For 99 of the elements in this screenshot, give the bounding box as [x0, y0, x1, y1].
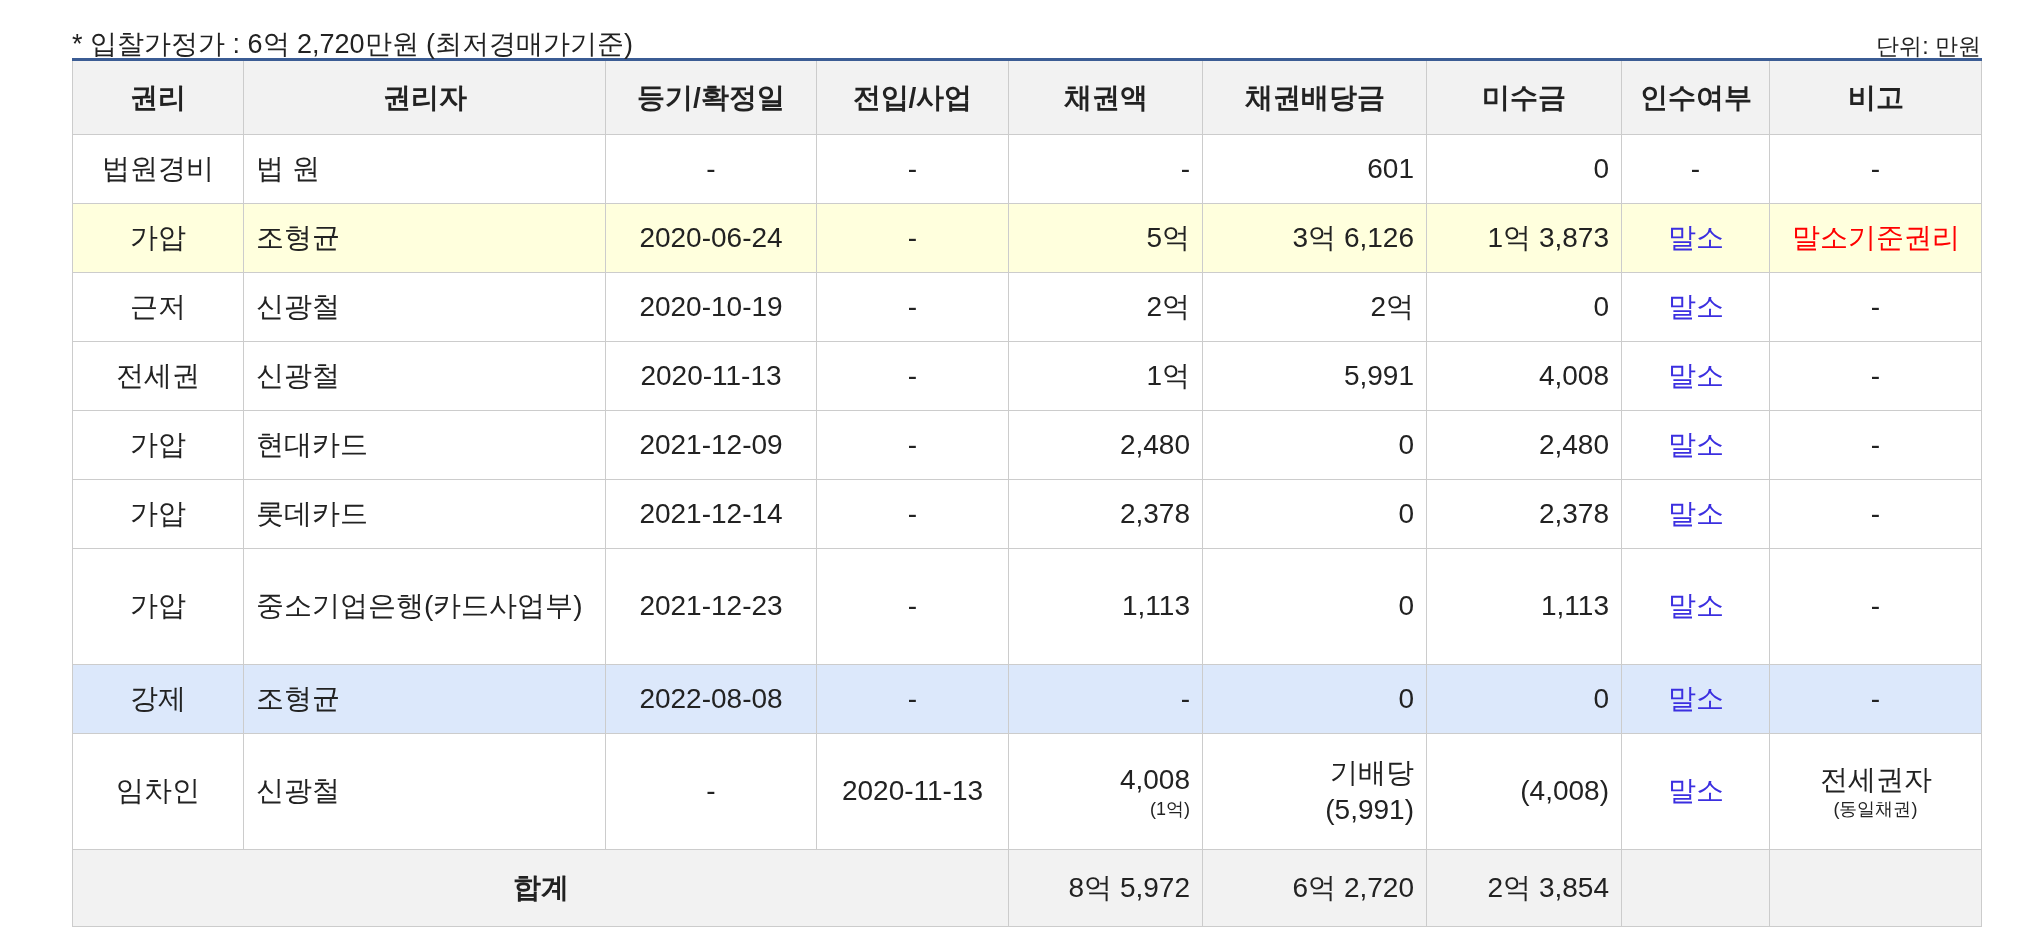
claim-amount: 1억: [1145, 358, 1190, 393]
remark-text: 말소기준권리: [1790, 220, 1961, 255]
claim-amount: 2,480: [1118, 427, 1190, 462]
right-type: 가압: [129, 496, 187, 531]
remark-note: (동일채권): [1832, 798, 1919, 821]
unpaid-amount: 0: [1592, 681, 1609, 716]
column-header: 등기/확정일: [605, 59, 817, 135]
unpaid-amount: 2,480: [1537, 427, 1609, 462]
move-in-date: -: [906, 289, 919, 324]
assumption-status: 말소: [1666, 358, 1725, 393]
dividend-amount: 5,991: [1342, 358, 1414, 393]
holder-name: 조형균: [256, 681, 341, 716]
right-type: 임차인: [115, 774, 201, 809]
assumption-status: 말소: [1666, 496, 1725, 531]
move-in-date: 2020-11-13: [840, 774, 985, 809]
holder-name: 신광철: [256, 774, 341, 809]
registration-date: 2021-12-09: [638, 427, 784, 462]
remark-text: -: [1869, 427, 1882, 462]
right-type: 강제: [129, 681, 187, 716]
claim-amount: 1,113: [1121, 589, 1190, 624]
dividend-amount: 601: [1366, 151, 1414, 186]
claim-amount: 4,008: [1118, 762, 1190, 797]
dividend-amount: 0: [1397, 496, 1414, 531]
registration-date: 2020-10-19: [638, 289, 784, 324]
unit-label: 단위: 만원: [1876, 35, 1981, 58]
move-in-date: -: [906, 681, 919, 716]
dividend-amount: 0: [1397, 681, 1414, 716]
dividend-amount: 기배당: [1329, 756, 1414, 791]
right-type: 근저: [129, 289, 187, 324]
holder-name: 롯데카드: [256, 496, 369, 531]
right-type: 가압: [129, 589, 187, 624]
claim-amount: 2억: [1145, 289, 1190, 324]
registration-date: 2020-11-13: [639, 358, 783, 393]
move-in-date: -: [906, 427, 919, 462]
holder-name: 법 원: [256, 151, 321, 186]
unpaid-amount: 0: [1592, 289, 1609, 324]
unpaid-amount: 1억 3,873: [1486, 220, 1609, 255]
right-type: 법원경비: [101, 151, 215, 186]
holder-name: 중소기업은행(카드사업부): [256, 589, 584, 624]
unpaid-amount: 1,113: [1540, 589, 1609, 624]
registration-date: -: [705, 151, 717, 186]
remark-text: -: [1869, 358, 1882, 393]
claim-amount: -: [1179, 681, 1190, 716]
total-label: 합계: [511, 870, 570, 905]
total-claim: 8억 5,972: [1067, 870, 1190, 905]
column-header: 권리자: [243, 59, 606, 135]
remark-text: -: [1869, 681, 1882, 716]
column-header: 권리: [72, 59, 244, 135]
assumption-status: 말소: [1666, 774, 1725, 809]
holder-name: 조형균: [256, 220, 341, 255]
column-header: 채권배당금: [1202, 59, 1427, 135]
assumption-status: 말소: [1666, 427, 1725, 462]
remark-text: 전세권자: [1818, 762, 1933, 797]
column-header: 미수금: [1426, 59, 1622, 135]
right-type: 가압: [129, 427, 187, 462]
claim-amount: 2,378: [1118, 496, 1190, 531]
move-in-date: -: [906, 496, 919, 531]
registration-date: 2021-12-23: [638, 589, 784, 624]
dividend-amount: 2억: [1369, 289, 1414, 324]
claim-note: (1억): [1149, 798, 1190, 821]
remark-text: -: [1869, 289, 1882, 324]
registration-date: 2021-12-14: [638, 496, 784, 531]
unpaid-amount: 0: [1592, 151, 1609, 186]
claim-amount: 5억: [1145, 220, 1190, 255]
total-unpaid: 2억 3,854: [1486, 870, 1609, 905]
move-in-date: -: [906, 358, 919, 393]
assumption-status: -: [1689, 151, 1702, 186]
holder-name: 신광철: [256, 358, 341, 393]
right-type: 전세권: [115, 358, 201, 393]
assumption-status: 말소: [1666, 220, 1725, 255]
claim-amount: -: [1179, 151, 1190, 186]
holder-name: 현대카드: [256, 427, 369, 462]
registration-date: -: [705, 774, 717, 809]
column-header: 비고: [1769, 59, 1982, 135]
assumption-status: 말소: [1666, 589, 1725, 624]
registration-date: 2020-06-24: [638, 220, 784, 255]
remark-text: -: [1869, 151, 1882, 186]
dividend-note: (5,991): [1324, 792, 1414, 827]
unpaid-amount: 2,378: [1537, 496, 1609, 531]
bid-price-caption: * 입찰가정가 : 6억 2,720만원 (최저경매가기준): [72, 31, 634, 58]
dividend-amount: 0: [1397, 589, 1414, 624]
column-header: 전입/사업: [816, 59, 1009, 135]
dividend-amount: 0: [1397, 427, 1414, 462]
total-dividend: 6억 2,720: [1291, 870, 1414, 905]
move-in-date: -: [906, 589, 919, 624]
unpaid-amount: 4,008: [1537, 358, 1609, 393]
move-in-date: -: [906, 220, 919, 255]
right-type: 가압: [129, 220, 187, 255]
assumption-status: 말소: [1666, 289, 1725, 324]
move-in-date: -: [906, 151, 919, 186]
dividend-amount: 3억 6,126: [1291, 220, 1414, 255]
unpaid-amount: (4,008): [1519, 774, 1609, 809]
assumption-status: 말소: [1666, 681, 1725, 716]
remark-text: -: [1869, 589, 1882, 624]
registration-date: 2022-08-08: [638, 681, 784, 716]
column-header: 인수여부: [1621, 59, 1770, 135]
remark-text: -: [1869, 496, 1882, 531]
holder-name: 신광철: [256, 289, 341, 324]
column-header: 채권액: [1008, 59, 1203, 135]
